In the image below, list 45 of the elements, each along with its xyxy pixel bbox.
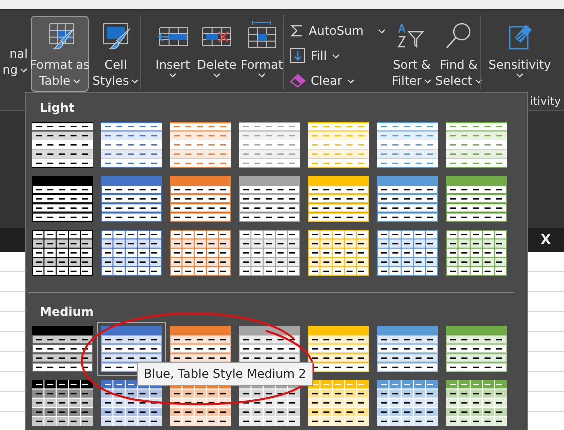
formula-bar [0, 228, 25, 252]
section-heading: Medium [39, 304, 95, 321]
table-style-preview [239, 122, 300, 168]
ribbon-button[interactable]: Fill [290, 45, 386, 67]
section-heading: Light [39, 100, 76, 117]
table-style-preview [377, 230, 438, 276]
table-style-preview [377, 380, 438, 426]
table-style-preview [446, 326, 507, 372]
table-style-preview [308, 122, 369, 168]
table-style-preview [170, 176, 231, 222]
table-style-preview [446, 230, 507, 276]
table-style-preview [101, 380, 162, 426]
table-style-preview [446, 380, 507, 426]
table-style-preview [377, 176, 438, 222]
table-style-preview [308, 380, 369, 426]
table-style-preview [377, 326, 438, 372]
table-style-preview [32, 230, 93, 276]
eraser-icon [290, 74, 306, 88]
ribbon-button[interactable]: Clear [290, 70, 386, 92]
table-style-preview [101, 176, 162, 222]
table-style-preview [32, 122, 93, 168]
table-style-preview [239, 176, 300, 222]
fill-down-icon [290, 48, 306, 64]
table-style-preview [377, 122, 438, 168]
ribbon-button[interactable]: Format as Table [31, 16, 89, 92]
table-style-preview [32, 326, 93, 372]
table-style-preview [32, 380, 93, 426]
table-style-preview [101, 230, 162, 276]
table-style-preview [32, 176, 93, 222]
table-style-preview [101, 122, 162, 168]
table-style-preview [308, 326, 369, 372]
table-style-preview [446, 122, 507, 168]
tooltip: Blue, Table Style Medium 2 [137, 362, 314, 386]
table-style-preview [239, 230, 300, 276]
table-style-preview [170, 122, 231, 168]
table-style-preview [446, 176, 507, 222]
cancel-mark[interactable]: X [540, 232, 552, 248]
ribbon-button[interactable]: nal ng [6, 16, 28, 92]
ribbon-button[interactable]: AutoSum [290, 20, 386, 42]
sigma-icon [290, 24, 304, 38]
table-style-preview [308, 176, 369, 222]
format-cells-icon [246, 21, 278, 51]
group-label: itivity [530, 94, 562, 108]
table-style-preview [308, 230, 369, 276]
table-style-preview [170, 230, 231, 276]
